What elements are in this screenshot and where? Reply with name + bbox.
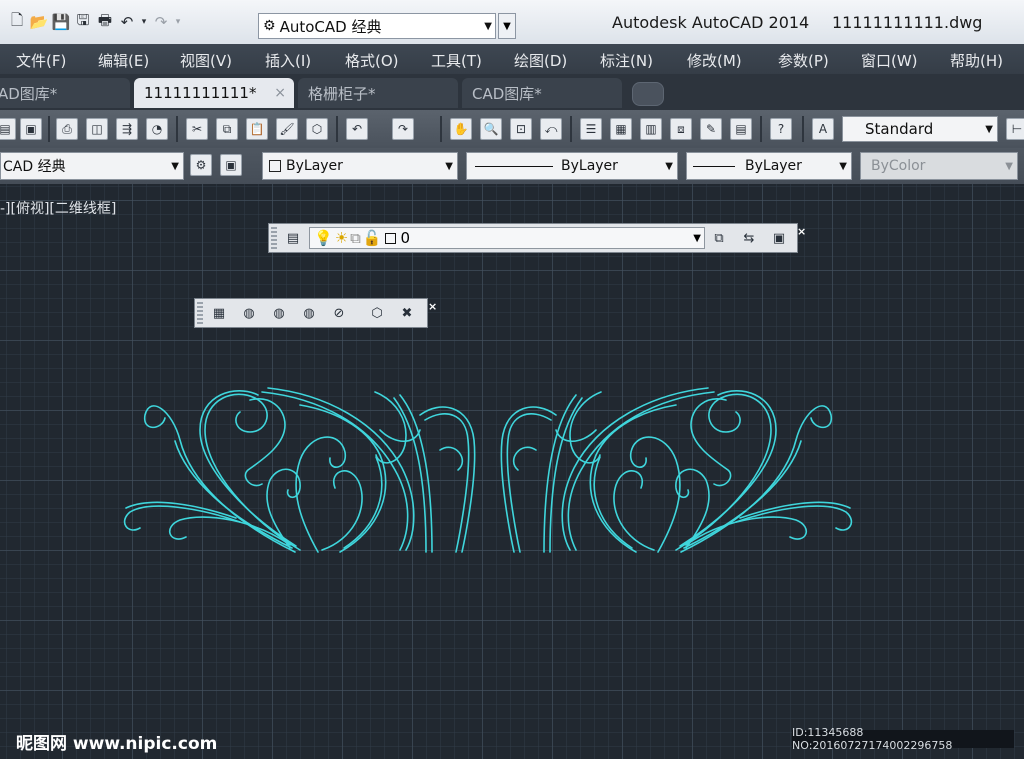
ornament-drawing[interactable] <box>0 0 1024 759</box>
watermark-logo: 昵图网 www.nipic.com <box>16 734 218 754</box>
ornament-left-half <box>123 387 476 553</box>
watermark-id: ID:11345688 NO:20160727174002296758 <box>792 726 1014 752</box>
ornament-right-half <box>500 387 853 553</box>
